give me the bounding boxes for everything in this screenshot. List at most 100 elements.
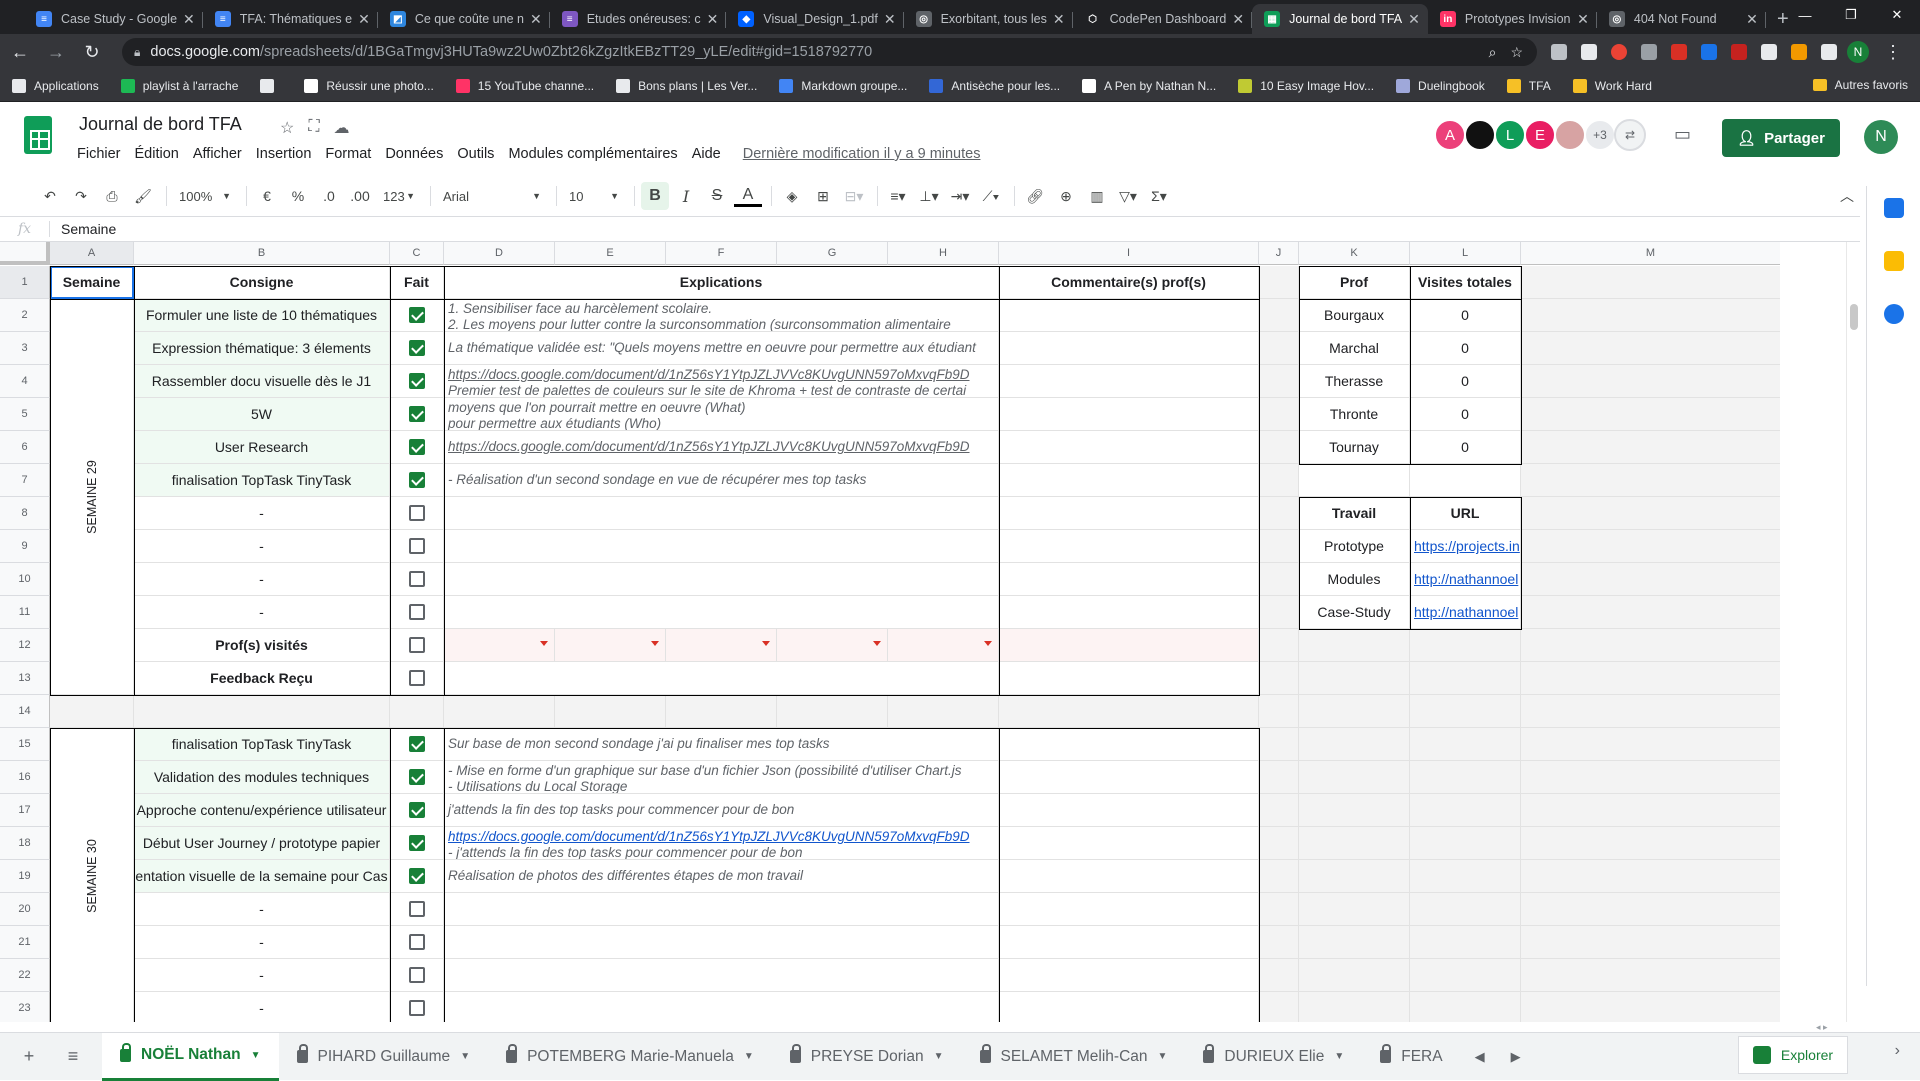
consigne-cell[interactable]: Formuler une liste de 10 thématiques	[134, 299, 390, 332]
close-tab-icon[interactable]: ✕	[358, 11, 370, 28]
extension-icon[interactable]	[1701, 44, 1717, 60]
column-header[interactable]: J	[1259, 242, 1299, 265]
commentaire-cell[interactable]	[999, 827, 1259, 860]
prof-dropdown[interactable]	[888, 629, 999, 662]
font-select[interactable]: Arial ▼	[437, 182, 547, 210]
grid-cell[interactable]	[1259, 629, 1299, 662]
commentaire-cell[interactable]	[999, 992, 1259, 1022]
checked-checkbox[interactable]	[408, 472, 425, 488]
print-icon[interactable]: ⎙	[98, 182, 126, 210]
grid-cell[interactable]	[1259, 497, 1299, 530]
checked-checkbox[interactable]	[408, 769, 425, 785]
commentaire-cell[interactable]	[999, 893, 1259, 926]
fait-cell[interactable]	[390, 794, 444, 827]
grid-cell[interactable]	[1259, 695, 1299, 728]
commentaire-cell[interactable]	[999, 761, 1259, 794]
last-edit-link[interactable]: Dernière modification il y a 9 minutes	[743, 146, 981, 162]
feedback-text-cell[interactable]	[444, 662, 999, 695]
bookmark-item[interactable]	[260, 78, 282, 93]
grid-cell[interactable]	[1259, 926, 1299, 959]
grid-cell[interactable]	[1259, 530, 1299, 563]
menu-0[interactable]: Fichier	[77, 146, 121, 162]
bookmark-item[interactable]: TFA	[1506, 78, 1551, 93]
grid-cell[interactable]	[1410, 992, 1521, 1022]
grid-cell[interactable]	[1299, 827, 1410, 860]
header-prof[interactable]: Prof	[1299, 266, 1410, 299]
grid-cell[interactable]	[1259, 365, 1299, 398]
grid-cell[interactable]	[1521, 497, 1780, 530]
grid-cell[interactable]	[1259, 332, 1299, 365]
unchecked-checkbox[interactable]	[408, 571, 425, 587]
collaborator-avatar[interactable]: A	[1434, 119, 1466, 151]
row-header[interactable]: 7	[0, 464, 50, 497]
travail-name-cell[interactable]: Modules	[1299, 563, 1410, 596]
grid-cell[interactable]	[1259, 398, 1299, 431]
grid-cell[interactable]	[1299, 794, 1410, 827]
row-header[interactable]: 17	[0, 794, 50, 827]
close-tab-icon[interactable]: ✕	[1577, 11, 1589, 28]
column-header[interactable]: H	[888, 242, 999, 265]
next-sheet-icon[interactable]: ▶	[1511, 1049, 1521, 1065]
grid-cell[interactable]	[1521, 761, 1780, 794]
insert-comment-icon[interactable]: ⊕	[1052, 182, 1080, 210]
grid-cell[interactable]	[1521, 629, 1780, 662]
grid-cell[interactable]	[1521, 794, 1780, 827]
menu-3[interactable]: Insertion	[256, 146, 312, 162]
close-tab-icon[interactable]: ✕	[183, 11, 195, 28]
prof-name-cell[interactable]: Tournay	[1299, 431, 1410, 464]
grid-cell[interactable]	[1521, 596, 1780, 629]
browser-tab[interactable]: in Prototypes Invision ✕	[1428, 4, 1597, 34]
commentaire-cell[interactable]	[999, 794, 1259, 827]
column-header[interactable]: G	[777, 242, 888, 265]
row-header[interactable]: 9	[0, 530, 50, 563]
formula-input[interactable]: Semaine	[50, 221, 116, 237]
tasks-icon[interactable]	[1883, 304, 1904, 324]
grid-cell[interactable]	[1410, 794, 1521, 827]
row-header[interactable]: 6	[0, 431, 50, 464]
row-header[interactable]: 4	[0, 365, 50, 398]
close-tab-icon[interactable]: ✕	[1746, 11, 1758, 28]
grid-cell[interactable]	[1521, 827, 1780, 860]
close-window-icon[interactable]: ✕	[1874, 0, 1920, 30]
grid-cell[interactable]	[1410, 464, 1521, 497]
close-tab-icon[interactable]: ✕	[530, 11, 542, 28]
grid-cell[interactable]	[1299, 662, 1410, 695]
checked-checkbox[interactable]	[408, 439, 425, 455]
fait-cell[interactable]	[390, 398, 444, 431]
commentaire-cell[interactable]	[999, 728, 1259, 761]
extension-icon[interactable]	[1731, 44, 1747, 60]
bookmark-item[interactable]: Markdown groupe...	[779, 78, 907, 93]
forward-icon[interactable]: →	[40, 36, 72, 68]
travail-url-cell[interactable]: http://nathannoel	[1410, 596, 1521, 629]
comment-history-icon[interactable]: ▭	[1674, 124, 1691, 145]
header-fait[interactable]: Fait	[390, 266, 444, 299]
commentaire-cell[interactable]	[999, 926, 1259, 959]
functions-icon[interactable]: Σ▾	[1145, 182, 1173, 210]
fait-cell[interactable]	[390, 761, 444, 794]
sheet-tab[interactable]: PREYSE Dorian ▼	[772, 1033, 962, 1081]
grid-cell[interactable]	[1259, 860, 1299, 893]
grid-cell[interactable]	[777, 695, 888, 728]
sheet-tab[interactable]: NOËL Nathan ▼	[102, 1032, 279, 1081]
unchecked-checkbox[interactable]	[408, 901, 425, 917]
checked-checkbox[interactable]	[408, 406, 425, 422]
close-tab-icon[interactable]: ✕	[707, 11, 719, 28]
fait-cell[interactable]	[390, 365, 444, 398]
decrease-decimal-button[interactable]: .0	[315, 182, 343, 210]
merge-cells-icon[interactable]: ⊟▾	[840, 182, 868, 210]
grid-cell[interactable]	[1521, 464, 1780, 497]
extension-icon[interactable]	[1761, 44, 1777, 60]
explications-cell[interactable]: - Mise en forme d'un graphique sur base …	[444, 761, 999, 794]
fait-cell[interactable]	[390, 827, 444, 860]
grid-cell[interactable]	[1259, 761, 1299, 794]
prof-dropdown[interactable]	[777, 629, 888, 662]
checked-checkbox[interactable]	[408, 868, 425, 884]
grid-cell[interactable]	[1521, 266, 1780, 299]
paint-format-icon[interactable]: 🖌︎	[129, 182, 157, 210]
grid-cell[interactable]	[1521, 365, 1780, 398]
grid-cell[interactable]	[1259, 266, 1299, 299]
row-header[interactable]: 13	[0, 662, 50, 695]
grid-cell[interactable]	[1299, 992, 1410, 1022]
grid-cell[interactable]	[1521, 332, 1780, 365]
sheet-tab[interactable]: POTEMBERG Marie-Manuela ▼	[488, 1033, 772, 1081]
